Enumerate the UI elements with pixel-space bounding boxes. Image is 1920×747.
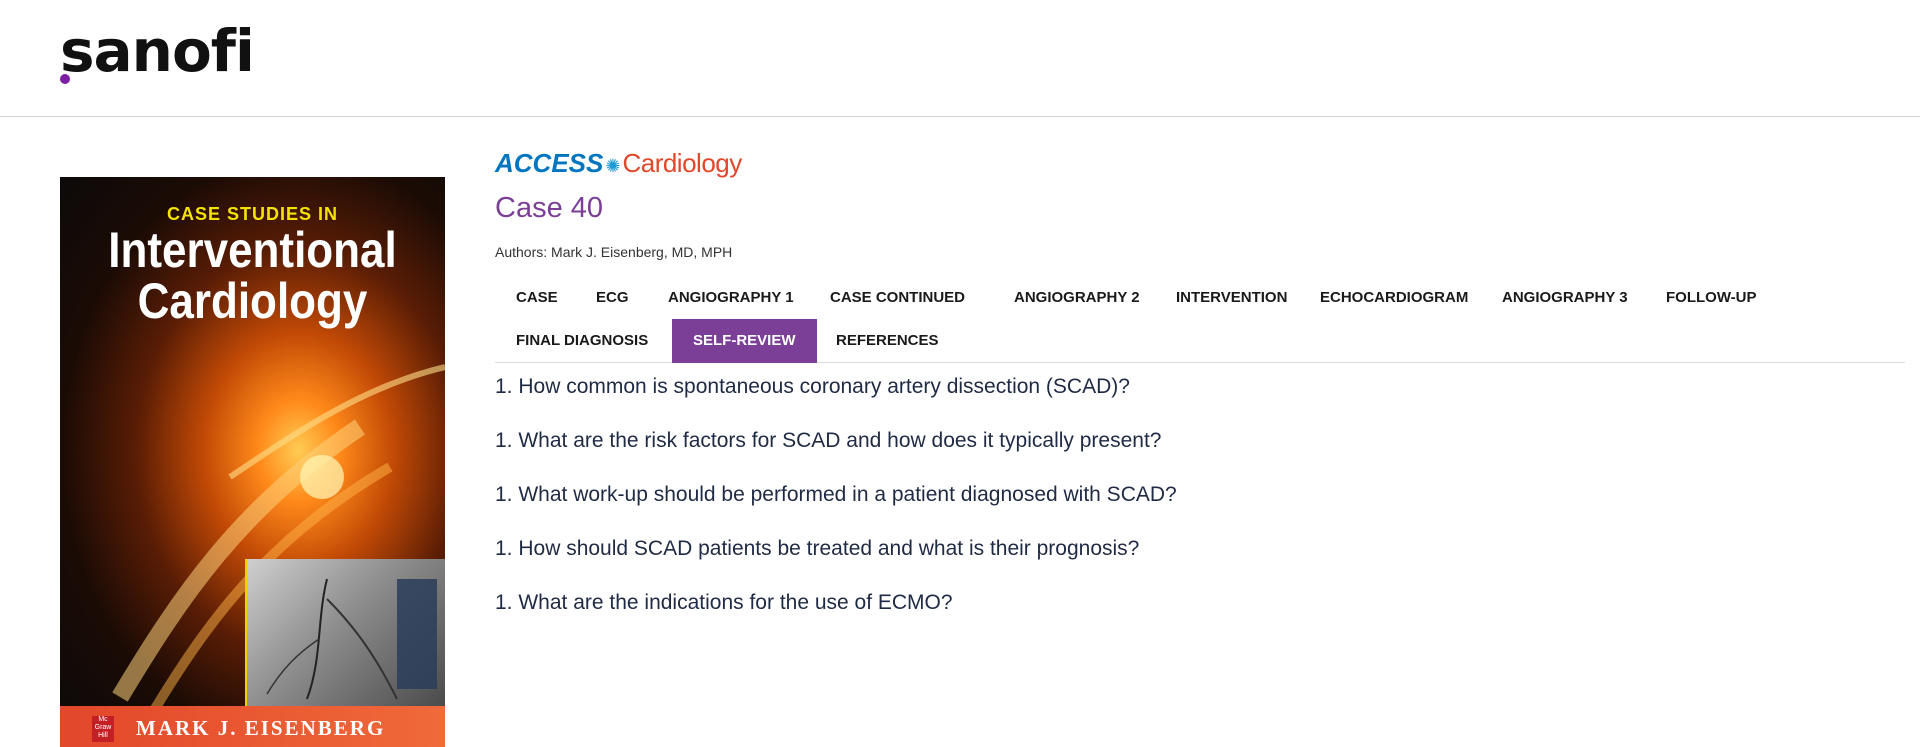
self-review-questions: 1. How common is spontaneous coronary ar… <box>495 375 1177 645</box>
angiogram-image <box>245 559 445 706</box>
question-item: 1. How common is spontaneous coronary ar… <box>495 375 1130 398</box>
question-item: 1. What work-up should be performed in a… <box>495 483 1177 506</box>
tab-angiography-3[interactable]: ANGIOGRAPHY 3 <box>1481 276 1649 320</box>
tab-angiography-1[interactable]: ANGIOGRAPHY 1 <box>647 276 815 320</box>
tab-ecg[interactable]: ECG <box>575 276 650 320</box>
cover-author-band: Mc Graw Hill MARK J. EISENBERG <box>60 706 445 747</box>
tab-intervention[interactable]: INTERVENTION <box>1155 276 1308 320</box>
question-item: 1. What are the risk factors for SCAD an… <box>495 429 1162 452</box>
tab-self-review[interactable]: SELF-REVIEW <box>672 319 817 363</box>
access-cardiology-logo[interactable]: ACCESS ✺Cardiology <box>495 148 742 182</box>
site-header: sanofi <box>0 0 1920 117</box>
tab-references[interactable]: REFERENCES <box>815 319 960 363</box>
logo-dot-icon <box>60 74 70 84</box>
publisher-logo: Mc Graw Hill <box>92 716 114 742</box>
tab-follow-up[interactable]: FOLLOW-UP <box>1645 276 1778 320</box>
book-cover[interactable]: CASE STUDIES IN Interventional Cardiolog… <box>60 177 445 747</box>
question-item: 1. How should SCAD patients be treated a… <box>495 537 1140 560</box>
brand-access: ACCESS <box>495 148 604 178</box>
cover-author: MARK J. EISENBERG <box>136 716 386 740</box>
case-tabs: CASE ECG ANGIOGRAPHY 1 CASE CONTINUED AN… <box>495 276 1905 363</box>
page-title: Case 40 <box>495 192 604 224</box>
case-authors: Authors: Mark J. Eisenberg, MD, MPH <box>495 244 733 260</box>
question-item: 1. What are the indications for the use … <box>495 591 953 614</box>
tab-final-diagnosis[interactable]: FINAL DIAGNOSIS <box>495 319 669 363</box>
tab-case[interactable]: CASE <box>495 276 579 320</box>
sanofi-logo[interactable]: sanofi <box>60 22 255 80</box>
tab-angiography-2[interactable]: ANGIOGRAPHY 2 <box>993 276 1161 320</box>
tab-echocardiogram[interactable]: ECHOCARDIOGRAM <box>1299 276 1489 320</box>
brand-cardiology: Cardiology <box>622 148 742 178</box>
gear-icon: ✺ <box>605 156 621 176</box>
tab-case-continued[interactable]: CASE CONTINUED <box>809 276 986 320</box>
